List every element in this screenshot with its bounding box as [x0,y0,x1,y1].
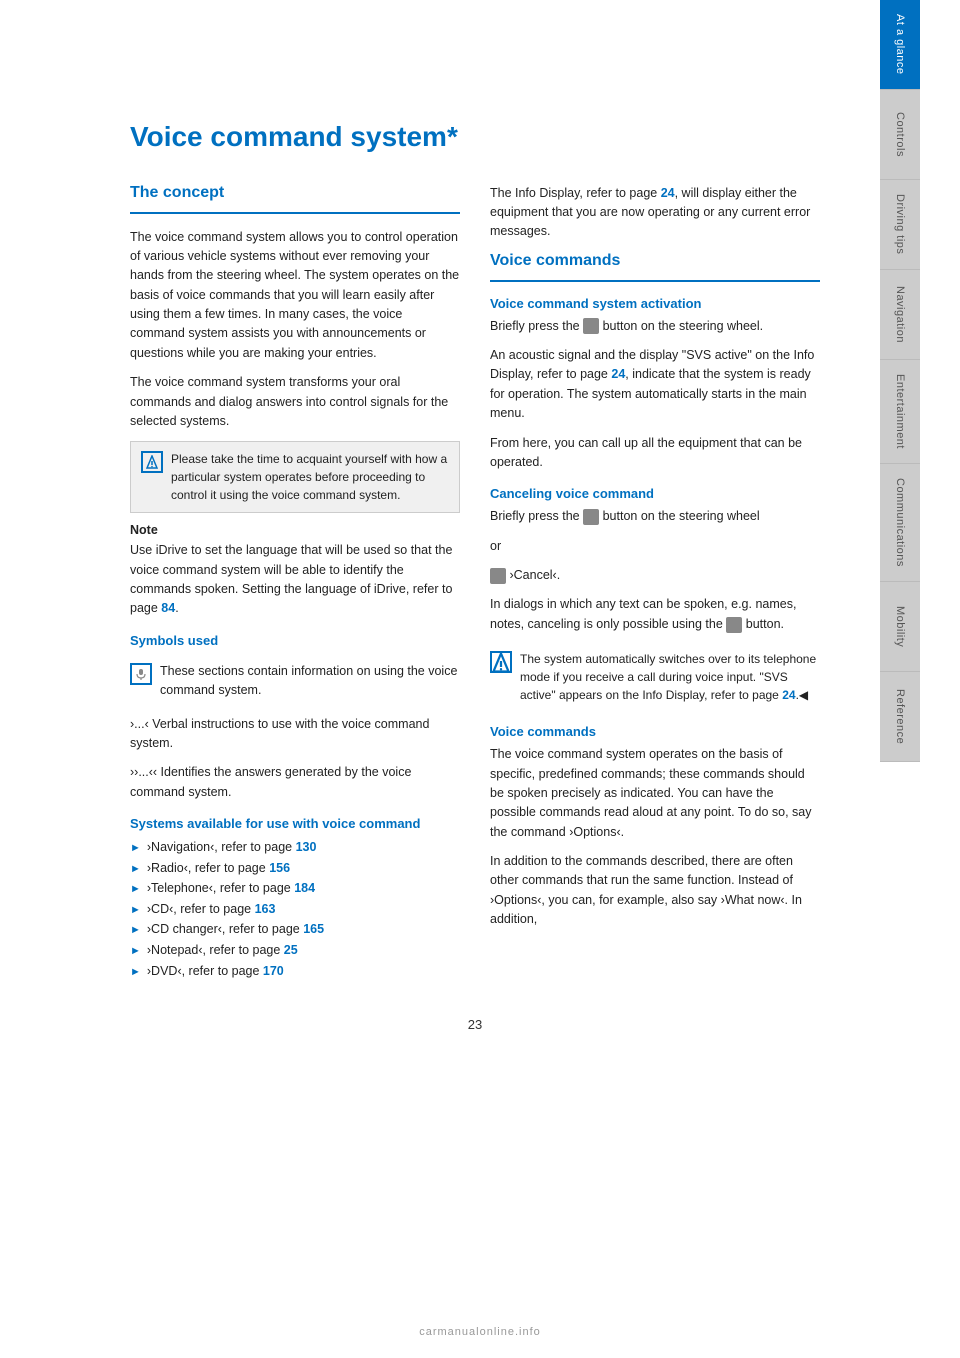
bullet-arrow-icon: ► [130,902,141,920]
list-item: ► ›Notepad‹, refer to page 25 [130,940,460,961]
concept-paragraph-2: The voice command system transforms your… [130,373,460,431]
two-column-layout: The concept The voice command system all… [130,184,820,988]
voice-commands-2-title: Voice commands [490,724,820,739]
cancel-or-text: or [490,537,820,556]
sidebar-tab-communications[interactable]: Communications [880,464,920,582]
symbol-1: These sections contain information on us… [130,656,460,707]
bullet-arrow-icon: ► [130,861,141,879]
bullet-arrow-icon: ► [130,943,141,961]
symbol-mic-icon [130,663,152,685]
info-note-text: The system automatically switches over t… [520,650,820,704]
sidebar-tab-navigation[interactable]: Navigation [880,270,920,360]
list-item: ► ›Navigation‹, refer to page 130 [130,837,460,858]
left-column: The concept The voice command system all… [130,184,460,988]
list-item: ► ›CD changer‹, refer to page 165 [130,919,460,940]
cancel-title: Canceling voice command [490,486,820,501]
sidebar-tab-at-a-glance[interactable]: At a glance [880,0,920,90]
bullet-arrow-icon: ► [130,840,141,858]
watermark: carmanualonline.info [419,1326,541,1338]
voice-commands-section-title: Voice commands [490,252,820,270]
activation-paragraph-3: From here, you can call up all the equip… [490,434,820,473]
main-content: Voice command system* The concept The vo… [0,0,880,1358]
note-paragraph: Use iDrive to set the language that will… [130,541,460,619]
sidebar: At a glance Controls Driving tips Naviga… [880,0,920,1358]
symbols-title: Symbols used [130,633,460,648]
note-box: Please take the time to acquaint yoursel… [130,441,460,513]
symbol2-text: ›...‹ Verbal instructions to use with th… [130,715,460,754]
telephone-page-link[interactable]: 184 [294,881,315,895]
info-note-page-link[interactable]: 24 [782,688,795,702]
activation-title: Voice command system activation [490,296,820,311]
dvd-page-link[interactable]: 170 [263,964,284,978]
list-item: ► ›Telephone‹, refer to page 184 [130,878,460,899]
bullet-arrow-icon: ► [130,964,141,982]
sidebar-tab-driving-tips[interactable]: Driving tips [880,180,920,270]
notepad-page-link[interactable]: 25 [284,943,298,957]
cd-page-link[interactable]: 163 [255,902,276,916]
cancel-paragraph-1: Briefly press the button on the steering… [490,507,820,526]
symbol3-text: ››...‹‹ Identifies the answers generated… [130,763,460,802]
list-item: ► ›Radio‹, refer to page 156 [130,858,460,879]
concept-paragraph-1: The voice command system allows you to c… [130,228,460,364]
activation-page-link[interactable]: 24 [611,367,625,381]
sidebar-tab-controls[interactable]: Controls [880,90,920,180]
note-page-link[interactable]: 84 [161,601,175,615]
systems-section-title: Systems available for use with voice com… [130,816,460,831]
bullet-arrow-icon: ► [130,922,141,940]
vc-paragraph-2: In addition to the commands described, t… [490,852,820,930]
activation-paragraph-2: An acoustic signal and the display "SVS … [490,346,820,424]
info-display-page-link[interactable]: 24 [661,186,675,200]
info-note-box: The system automatically switches over t… [490,644,820,710]
nav-page-link[interactable]: 130 [296,840,317,854]
activation-paragraph-1: Briefly press the button on the steering… [490,317,820,336]
systems-list: ► ›Navigation‹, refer to page 130 ► ›Rad… [130,837,460,981]
note-section-label: Note [130,523,460,537]
page-title: Voice command system* [130,120,820,154]
note-box-text: Please take the time to acquaint yoursel… [171,450,449,504]
cancel-dialogs-text: In dialogs in which any text can be spok… [490,595,820,634]
sidebar-tab-mobility[interactable]: Mobility [880,582,920,672]
cdchanger-page-link[interactable]: 165 [303,922,324,936]
info-triangle-icon [490,651,512,673]
bullet-arrow-icon: ► [130,881,141,899]
page-number: 23 [130,1017,820,1052]
page-container: Voice command system* The concept The vo… [0,0,960,1358]
list-item: ► ›DVD‹, refer to page 170 [130,961,460,982]
list-item: ► ›CD‹, refer to page 163 [130,899,460,920]
cancel-mic-icon [490,568,506,584]
sidebar-tab-entertainment[interactable]: Entertainment [880,360,920,464]
radio-page-link[interactable]: 156 [269,861,290,875]
symbol1-text: These sections contain information on us… [160,662,460,701]
right-column: The Info Display, refer to page 24, will… [490,184,820,988]
cancel-symbol-text: ›Cancel‹. [490,566,820,585]
cancel-button-icon [583,509,599,525]
sidebar-tab-reference[interactable]: Reference [880,672,920,762]
steering-wheel-button-icon [583,318,599,334]
cancel-dialogs-button-icon [726,617,742,633]
concept-section-title: The concept [130,184,460,202]
vc-paragraph-1: The voice command system operates on the… [490,745,820,842]
note-triangle-icon [141,451,163,473]
info-display-paragraph: The Info Display, refer to page 24, will… [490,184,820,242]
